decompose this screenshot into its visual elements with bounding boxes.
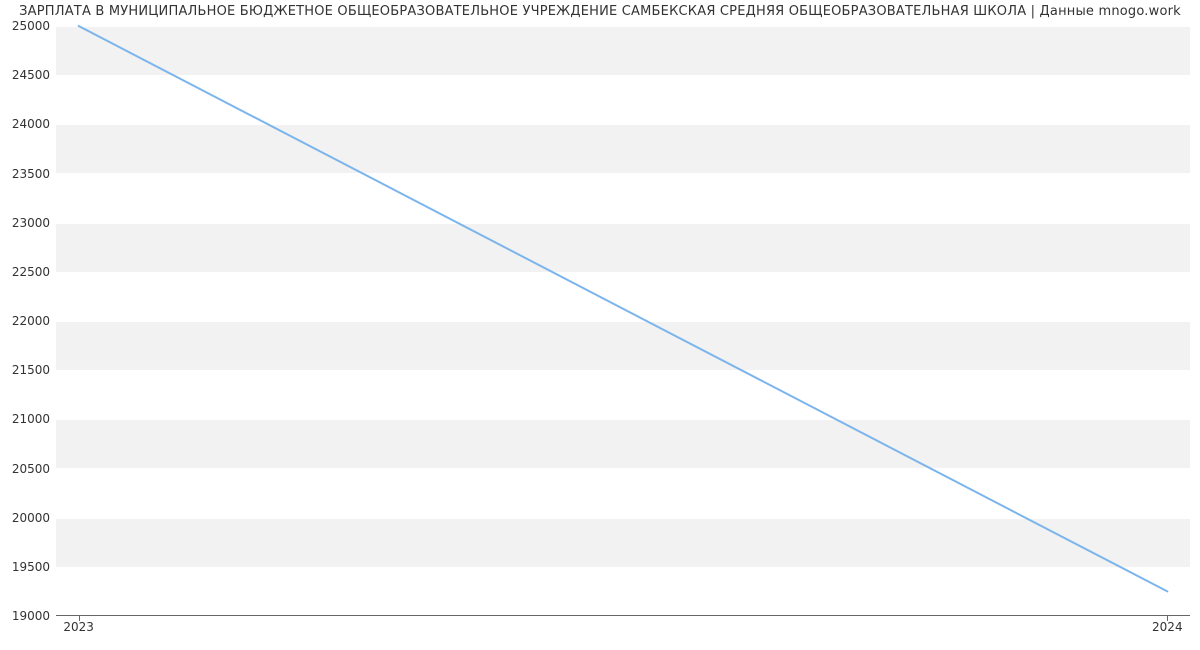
chart-line-layer xyxy=(56,26,1190,616)
y-tick-label: 21500 xyxy=(4,363,50,377)
y-tick-label: 24500 xyxy=(4,68,50,82)
chart-title: ЗАРПЛАТА В МУНИЦИПАЛЬНОЕ БЮДЖЕТНОЕ ОБЩЕО… xyxy=(0,4,1200,19)
chart-container: ЗАРПЛАТА В МУНИЦИПАЛЬНОЕ БЮДЖЕТНОЕ ОБЩЕО… xyxy=(0,0,1200,650)
y-tick-label: 22000 xyxy=(4,314,50,328)
y-tick-label: 25000 xyxy=(4,19,50,33)
y-tick-label: 23000 xyxy=(4,216,50,230)
x-tick-mark xyxy=(79,616,80,621)
y-tick-label: 19500 xyxy=(4,560,50,574)
y-tick-label: 20000 xyxy=(4,511,50,525)
y-tick-label: 24000 xyxy=(4,117,50,131)
y-tick-label: 21000 xyxy=(4,412,50,426)
y-tick-label: 20500 xyxy=(4,462,50,476)
y-tick-label: 22500 xyxy=(4,265,50,279)
x-tick-label: 2023 xyxy=(63,620,94,634)
x-tick-label: 2024 xyxy=(1152,620,1183,634)
series-line xyxy=(79,26,1168,591)
y-tick-label: 23500 xyxy=(4,167,50,181)
y-tick-label: 19000 xyxy=(4,609,50,623)
y-gridline xyxy=(56,616,1190,617)
x-tick-mark xyxy=(1167,616,1168,621)
